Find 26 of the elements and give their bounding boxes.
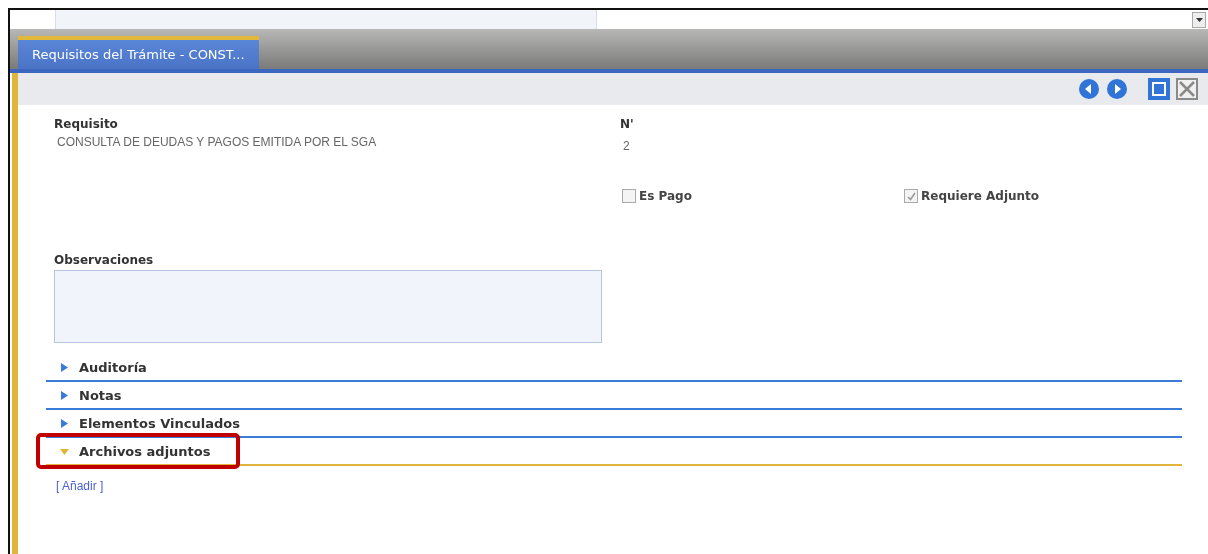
add-link[interactable]: [ Añadir ] xyxy=(56,479,104,493)
section-title[interactable]: Notas xyxy=(79,388,122,403)
observations-field[interactable] xyxy=(54,270,602,343)
field-label: Observaciones xyxy=(54,253,155,267)
next-icon[interactable] xyxy=(1106,78,1128,100)
section-title[interactable]: Auditoría xyxy=(79,360,147,375)
caret-right-icon[interactable] xyxy=(60,391,69,400)
previous-icon[interactable] xyxy=(1078,78,1100,100)
checkbox-label: Es Pago xyxy=(639,189,692,203)
caret-down-icon xyxy=(1195,18,1203,22)
field-value: CONSULTA DE DEUDAS Y PAGOS EMITIDA POR EL SGA xyxy=(57,135,378,149)
tab[interactable]: Requisitos del Trámite - CONST... xyxy=(18,36,259,69)
caret-right-icon[interactable] xyxy=(60,419,69,428)
checkbox[interactable] xyxy=(904,189,918,203)
field-label: Requisito xyxy=(54,117,119,131)
close-icon[interactable] xyxy=(1176,78,1198,100)
maximize-icon[interactable] xyxy=(1148,78,1170,100)
dropdown-button[interactable] xyxy=(1192,12,1206,28)
input-field[interactable] xyxy=(56,10,597,29)
checkbox-label: Requiere Adjunto xyxy=(921,189,1040,203)
caret-right-icon[interactable] xyxy=(60,363,69,372)
field-label: N' xyxy=(620,117,634,131)
field-value: 2 xyxy=(623,139,631,153)
section-title[interactable]: Archivos adjuntos xyxy=(79,444,211,459)
checkbox[interactable] xyxy=(622,189,636,203)
section-title[interactable]: Elementos Vinculados xyxy=(79,416,240,431)
